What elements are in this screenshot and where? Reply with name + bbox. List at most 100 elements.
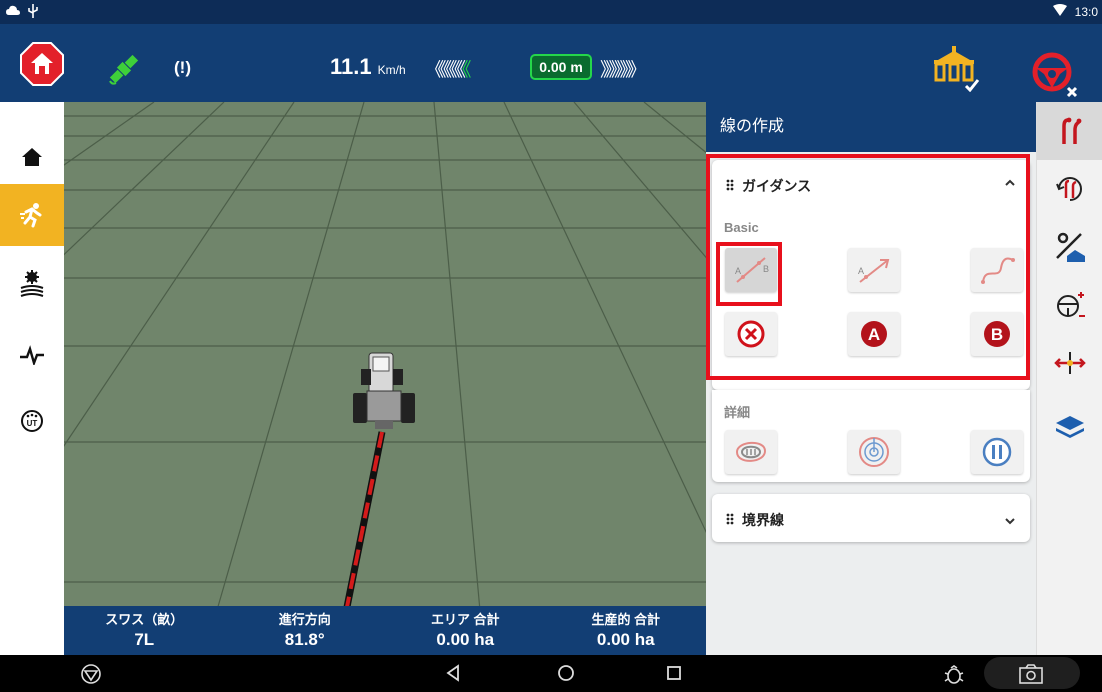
pulse-icon [20,345,44,365]
cancel-line-button[interactable] [725,312,777,356]
lightbar-left: 《《《《《《 [425,55,471,82]
nav-diagnostics[interactable] [0,324,64,386]
set-b-button[interactable]: B [971,312,1023,356]
speed-unit: Km/h [377,63,406,77]
map-view[interactable] [64,102,706,655]
logo-icon[interactable] [80,663,102,690]
recents-icon[interactable] [664,663,684,688]
steering-disengaged-icon[interactable] [1030,50,1080,100]
cancel-icon [737,320,765,348]
nav-field-setup[interactable] [0,252,64,314]
guidance-lines-icon [1062,117,1082,144]
svg-text:A: A [735,266,741,276]
rail-nudge[interactable] [1037,334,1102,392]
nav-home[interactable] [0,126,64,188]
right-rail [1036,102,1102,655]
stat-value: 81.8° [284,630,325,649]
chevron-down-icon[interactable] [1004,512,1016,528]
rail-line-create[interactable] [1037,102,1102,160]
lightbar-left-chevrons: 《《《《《 [425,59,466,81]
status-bar: 13:0 [0,0,1102,24]
boundary-card-title: 境界線 [742,512,784,528]
headland-pattern-icon [735,441,767,462]
drag-handle-icon [726,178,734,194]
system-nav-bar [0,655,1102,692]
speed-readout: 11.1 Km/h [330,54,406,80]
nav-run[interactable] [0,184,64,246]
home-stop-button[interactable] [20,42,64,86]
stat-value: 7L [134,630,155,649]
panel-title: 線の作成 [706,102,1036,152]
home-icon [22,148,42,166]
implement-status-icon[interactable] [928,44,980,93]
pause-line-button[interactable] [971,430,1023,474]
top-bar: (!) 11.1 Km/h 《《《《《《 0.00 m 》》》》》》 [0,24,1102,102]
camera-icon[interactable] [1018,663,1044,690]
cross-track-offset: 0.00 m [530,54,592,80]
guidance-card: ガイダンス Basic A B A A B [712,160,1030,390]
rail-steering-sensitivity[interactable] [1037,276,1102,334]
stat-label: 進行方向 [278,612,331,627]
curve-line-icon [981,257,1015,284]
stat-value: 0.00 ha [436,630,495,649]
chevron-up-icon[interactable] [1004,174,1016,190]
pivot-button[interactable] [725,430,777,474]
boundary-map-icon [1056,232,1085,262]
curve-line-button[interactable] [971,248,1023,292]
back-icon[interactable] [444,663,462,688]
wifi-icon [1052,4,1067,19]
stat-value: 0.00 ha [596,630,655,649]
svg-text:A: A [858,266,864,276]
clock: 13:0 [1074,4,1098,19]
basic-section-label: Basic [724,220,759,235]
nudge-arrows-icon [1054,352,1086,374]
pivot-circle-icon [859,437,889,467]
detail-section-label: 詳細 [724,405,751,420]
stat-label: スワス（畝） [105,612,184,627]
lightbar-left-active-chevron: 《 [462,59,471,81]
ut-icon: UT [21,410,43,432]
pause-icon [982,437,1012,467]
stop-home-icon [20,42,64,86]
runner-icon [20,203,42,228]
field-gear-icon [20,270,44,297]
left-nav: UT [0,102,64,655]
steering-adjust-icon [1057,292,1085,317]
stat-label: エリア 合計 [430,612,500,627]
point-a-icon: A [861,321,887,347]
ab-line-button[interactable]: A B [725,248,777,292]
svg-text:B: B [991,325,1003,344]
radio-signal-icon[interactable]: (!) [174,58,191,78]
rail-layers[interactable] [1037,396,1102,454]
lightbar-right: 》》》》》》 [600,59,646,81]
stat-label: 生産的 合計 [591,612,661,627]
svg-text:A: A [868,325,880,344]
rail-field-boundary[interactable] [1037,218,1102,276]
stat-heading: 進行方向 81.8° [225,606,386,655]
svg-text:B: B [763,264,769,274]
speed-value: 11.1 [330,54,372,79]
home-circle-icon[interactable] [556,663,576,688]
circle-pivot-button[interactable] [848,430,900,474]
guidance-card-header[interactable]: ガイダンス [726,176,811,196]
svg-text:UT: UT [27,419,38,428]
drag-handle-icon [726,512,734,528]
satellite-icon[interactable] [106,51,142,87]
ab-line-icon: A B [735,257,769,283]
boundary-card-header[interactable]: 境界線 [726,510,784,530]
bug-icon[interactable] [944,663,964,690]
a-heading-icon: A [858,259,890,283]
boundary-card[interactable]: 境界線 [712,494,1030,542]
nav-universal-terminal[interactable]: UT [0,390,64,452]
guidance-card-title: ガイダンス [742,178,812,194]
stat-productive-total: 生産的 合計 0.00 ha [546,606,707,655]
stats-bar: スワス（畝） 7L 進行方向 81.8° エリア 合計 0.00 ha 生産的 … [64,606,706,655]
a-plus-heading-button[interactable]: A [848,248,900,292]
layers-icon [1056,416,1084,438]
line-creation-panel: 線の作成 ガイダンス Basic A B A A B 詳細 境界線 [706,102,1036,655]
rail-shift-line[interactable] [1037,160,1102,218]
usb-icon [28,4,38,21]
set-a-button[interactable]: A [848,312,900,356]
point-b-icon: B [984,321,1010,347]
detail-section: 詳細 [712,390,1030,482]
